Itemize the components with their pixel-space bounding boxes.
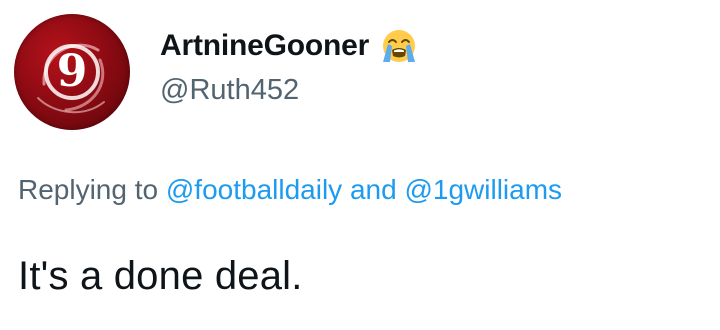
mention-footballdaily-link[interactable]: @footballdaily [166, 174, 342, 205]
tweet-card: 9 ArtnineGooner @Ruth452 Replying to @fo… [0, 0, 720, 330]
avatar[interactable]: 9 [14, 14, 130, 130]
replying-to-line: Replying to @footballdaily and @1gwillia… [18, 174, 562, 206]
name-row: ArtnineGooner [160, 26, 419, 66]
user-handle[interactable]: @Ruth452 [160, 74, 299, 107]
display-name[interactable]: ArtnineGooner [160, 29, 369, 63]
replying-to-prefix: Replying to [18, 174, 159, 205]
avatar-logo-icon: 9 [37, 43, 105, 114]
replying-connector: and [349, 174, 397, 205]
avatar-glyph: 9 [57, 46, 88, 97]
tweet-text: It's a done deal. [18, 254, 303, 298]
mention-1gwilliams-link[interactable]: @1gwilliams [404, 174, 562, 205]
loudly-crying-face-icon [379, 26, 419, 66]
